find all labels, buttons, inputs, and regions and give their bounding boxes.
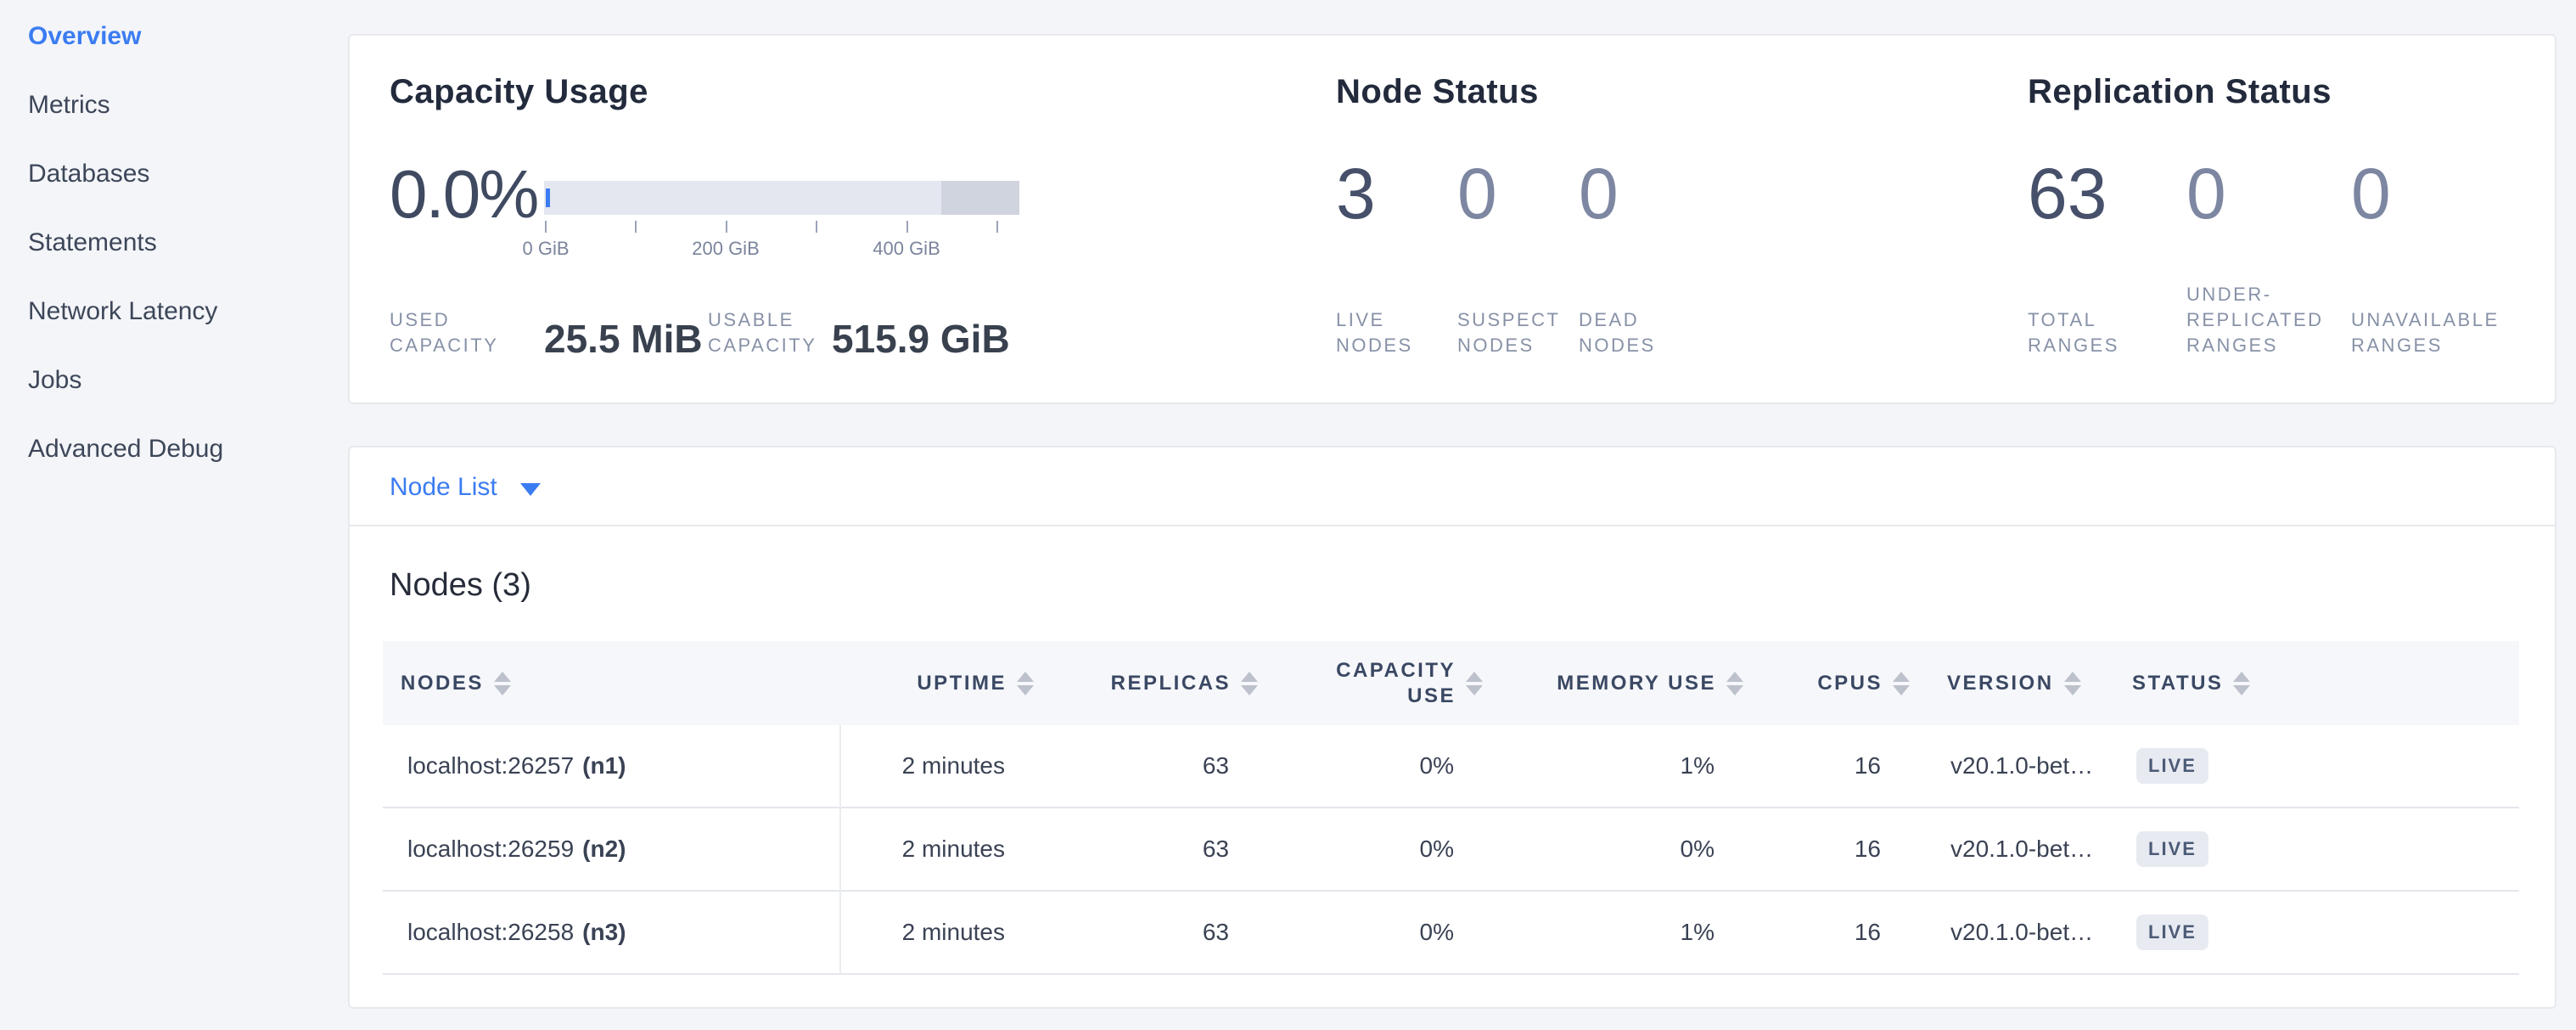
replicas-cell: 63	[1034, 752, 1258, 780]
cockroachdb-admin-overview: { "colors": { "accent": "#3b7cf2", "page…	[0, 0, 2576, 1030]
replicas-cell: 63	[1034, 836, 1258, 863]
capacity-use-cell: 0%	[1258, 752, 1483, 780]
column-header-uptime[interactable]: UPTIME	[839, 641, 1034, 725]
sidebar-item-advanced-debug[interactable]: Advanced Debug	[28, 436, 334, 462]
node-address-cell[interactable]: localhost:26257(n1)	[383, 752, 839, 780]
unavailable-ranges-value: 0	[2351, 158, 2391, 229]
cpus-cell: 16	[1743, 919, 1910, 946]
nodes-table-header: NODES UPTIME REPLICAS CAPACITY USE MEMOR…	[383, 641, 2519, 725]
sidebar-item-network-latency[interactable]: Network Latency	[28, 299, 334, 324]
uptime-cell: 2 minutes	[839, 752, 1034, 780]
sidebar-item-overview[interactable]: Overview	[28, 24, 334, 49]
status-badge: LIVE	[2136, 915, 2208, 950]
column-header-capacity-use[interactable]: CAPACITY USE	[1258, 641, 1483, 725]
replication-status-title: Replication Status	[2028, 75, 2332, 109]
under-replicated-ranges-value: 0	[2186, 158, 2226, 229]
column-header-version[interactable]: VERSION	[1910, 641, 2120, 725]
version-cell: v20.1.0-bet…	[1910, 836, 2120, 863]
total-ranges-label: TOTAL RANGES	[2028, 307, 2119, 358]
cpus-cell: 16	[1743, 836, 1910, 863]
column-header-replicas[interactable]: REPLICAS	[1034, 641, 1258, 725]
nodes-table: NODES UPTIME REPLICAS CAPACITY USE MEMOR…	[383, 641, 2519, 975]
column-header-memory-use[interactable]: MEMORY USE	[1483, 641, 1743, 725]
node-address-cell[interactable]: localhost:26258(n3)	[383, 919, 839, 946]
uptime-cell: 2 minutes	[839, 836, 1034, 863]
total-ranges-value: 63	[2028, 158, 2107, 229]
sort-icon	[1017, 672, 1034, 695]
capacity-use-cell: 0%	[1258, 836, 1483, 863]
node-list-header-bar: Node List	[350, 447, 2555, 526]
status-badge: LIVE	[2136, 831, 2208, 867]
version-cell: v20.1.0-bet…	[1910, 752, 2120, 780]
status-cell: LIVE	[2120, 831, 2519, 867]
status-badge: LIVE	[2136, 748, 2208, 784]
memory-use-cell: 1%	[1483, 752, 1743, 780]
memory-use-cell: 0%	[1483, 836, 1743, 863]
node-list-dropdown[interactable]: Node List	[390, 447, 541, 526]
table-row: localhost:26257(n1) 2 minutes 63 0% 1% 1…	[383, 725, 2519, 808]
cluster-summary-card: Capacity Usage 0.0% 0 GiB 200 GiB 400 Gi…	[348, 34, 2556, 404]
sort-icon	[2233, 672, 2250, 695]
column-header-cpus[interactable]: CPUS	[1743, 641, 1910, 725]
column-header-nodes[interactable]: NODES	[383, 641, 839, 725]
sidebar-item-databases[interactable]: Databases	[28, 161, 334, 187]
sort-icon	[1466, 672, 1483, 695]
table-column-divider	[839, 725, 841, 975]
chevron-down-icon	[520, 483, 541, 496]
replicas-cell: 63	[1034, 919, 1258, 946]
sort-icon	[1893, 672, 1910, 695]
node-list-card: Node List Nodes (3) NODES UPTIME REPLICA…	[348, 446, 2556, 1009]
nodes-section-heading: Nodes (3)	[390, 569, 531, 601]
status-cell: LIVE	[2120, 748, 2519, 784]
sidebar: Overview Metrics Databases Statements Ne…	[28, 24, 334, 505]
capacity-use-cell: 0%	[1258, 919, 1483, 946]
sort-icon	[1726, 672, 1743, 695]
memory-use-cell: 1%	[1483, 919, 1743, 946]
sort-icon	[494, 672, 511, 695]
sidebar-item-jobs[interactable]: Jobs	[28, 368, 334, 393]
sort-icon	[2064, 672, 2081, 695]
under-replicated-ranges-label: UNDER- REPLICATED RANGES	[2186, 282, 2324, 358]
cpus-cell: 16	[1743, 752, 1910, 780]
sidebar-item-statements[interactable]: Statements	[28, 230, 334, 256]
table-row: localhost:26259(n2) 2 minutes 63 0% 0% 1…	[383, 808, 2519, 892]
sort-icon	[1241, 672, 1258, 695]
node-address-cell[interactable]: localhost:26259(n2)	[383, 836, 839, 863]
version-cell: v20.1.0-bet…	[1910, 919, 2120, 946]
uptime-cell: 2 minutes	[839, 919, 1034, 946]
replication-status-panel: Replication Status 63 0 0 TOTAL RANGES U…	[350, 36, 2555, 402]
node-list-dropdown-label: Node List	[390, 473, 497, 502]
sidebar-item-metrics[interactable]: Metrics	[28, 93, 334, 118]
column-header-status[interactable]: STATUS	[2120, 641, 2519, 725]
status-cell: LIVE	[2120, 915, 2519, 950]
unavailable-ranges-label: UNAVAILABLE RANGES	[2351, 307, 2500, 358]
table-row: localhost:26258(n3) 2 minutes 63 0% 1% 1…	[383, 892, 2519, 975]
